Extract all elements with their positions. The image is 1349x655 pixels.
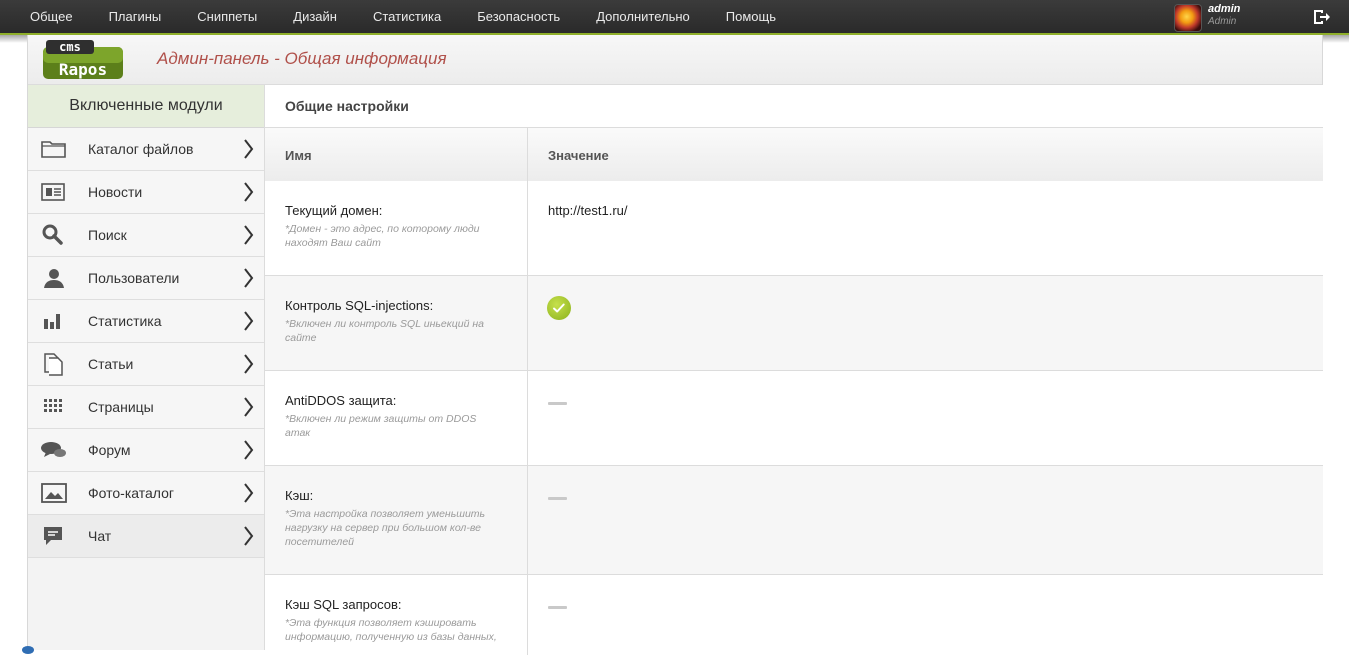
menu-item-snippets[interactable]: Сниппеты [179, 0, 275, 33]
sidebar-item-pages[interactable]: Страницы [28, 386, 264, 429]
menu-item-general[interactable]: Общее [0, 0, 91, 33]
sidebar-item-label: Новости [88, 184, 143, 200]
sidebar-item-news[interactable]: Новости [28, 171, 264, 214]
menu-item-security[interactable]: Безопасность [459, 0, 578, 33]
sidebar: Включенные модули Каталог файлов Новости… [28, 85, 264, 650]
chevron-right-icon [244, 440, 254, 460]
main-content: Общие настройки Имя Значение Текущий дом… [264, 85, 1323, 655]
setting-description: *Включен ли режим защиты от DDOS атак [285, 413, 477, 439]
sidebar-item-statistics[interactable]: Статистика [28, 300, 264, 343]
setting-value[interactable]: http://test1.ru/ [548, 203, 628, 218]
chevron-right-icon [244, 526, 254, 546]
chevron-right-icon [244, 268, 254, 288]
chat-bubbles-icon [41, 442, 66, 457]
setting-description: *Эта функция позволяет кэшировать информ… [285, 617, 497, 643]
setting-name: Кэш SQL запросов: [285, 597, 402, 612]
setting-name: Кэш: [285, 488, 314, 503]
table-row: AntiDDOS защита: *Включен ли режим защит… [265, 371, 1323, 466]
main-menu: Общее Плагины Сниппеты Дизайн Статистика… [0, 0, 794, 33]
table-row: Контроль SQL-injections: *Включен ли кон… [265, 276, 1323, 371]
logo-text-bottom: Rapos [59, 60, 107, 79]
setting-description: *Домен - это адрес, по которому люди нах… [285, 223, 480, 249]
chevron-right-icon [244, 397, 254, 417]
page-header: cms Rapos Админ-панель - Общая информаци… [28, 35, 1322, 85]
sidebar-item-photo-catalog[interactable]: Фото-каталог [28, 472, 264, 515]
menu-item-advanced[interactable]: Дополнительно [578, 0, 708, 33]
top-navigation-bar: Общее Плагины Сниппеты Дизайн Статистика… [0, 0, 1349, 35]
chevron-right-icon [244, 311, 254, 331]
menu-item-design[interactable]: Дизайн [275, 0, 355, 33]
logo-text-top: cms [59, 40, 81, 54]
message-icon [44, 527, 62, 545]
sidebar-item-label: Статьи [88, 356, 134, 372]
table-row: Кэш: *Эта настройка позволяет уменьшить … [265, 466, 1323, 575]
user-role: Admin [1208, 16, 1237, 27]
folder-icon [41, 141, 66, 158]
sidebar-item-search[interactable]: Поиск [28, 214, 264, 257]
table-row: Кэш SQL запросов: *Эта функция позволяет… [265, 575, 1323, 655]
cms-logo[interactable]: cms Rapos [42, 38, 124, 80]
setting-description: *Эта настройка позволяет уменьшить нагру… [285, 508, 486, 548]
chevron-right-icon [244, 139, 254, 159]
column-header-name: Имя [285, 148, 312, 163]
chevron-right-icon [244, 182, 254, 202]
grid-icon [44, 399, 62, 412]
user-icon [44, 269, 64, 288]
disabled-dash-icon[interactable] [548, 606, 567, 609]
disabled-dash-icon[interactable] [548, 402, 567, 405]
image-icon [41, 483, 67, 503]
sidebar-item-file-catalog[interactable]: Каталог файлов [28, 128, 264, 171]
sidebar-item-label: Поиск [88, 227, 127, 243]
sidebar-item-label: Пользователи [88, 270, 180, 286]
sidebar-item-label: Статистика [88, 313, 162, 329]
menu-item-plugins[interactable]: Плагины [91, 0, 180, 33]
setting-name: Текущий домен: [285, 203, 383, 218]
sidebar-item-label: Страницы [88, 399, 154, 415]
logout-icon[interactable] [1311, 7, 1331, 27]
bar-chart-icon [44, 314, 60, 329]
sidebar-item-articles[interactable]: Статьи [28, 343, 264, 386]
column-header-value: Значение [548, 148, 609, 163]
page-title: Админ-панель - Общая информация [157, 49, 447, 68]
sidebar-item-label: Чат [88, 528, 112, 544]
section-title: Общие настройки [285, 98, 409, 114]
setting-name: AntiDDOS защита: [285, 393, 397, 408]
search-icon [42, 224, 63, 245]
enabled-check-icon[interactable] [547, 296, 571, 320]
disabled-dash-icon[interactable] [548, 497, 567, 500]
sidebar-item-label: Фото-каталог [88, 485, 174, 501]
sidebar-item-label: Каталог файлов [88, 141, 194, 157]
table-row: Текущий домен: *Домен - это адрес, по ко… [265, 181, 1323, 276]
table-header: Имя Значение [265, 127, 1323, 182]
chevron-right-icon [244, 225, 254, 245]
documents-icon [44, 353, 63, 376]
sidebar-item-users[interactable]: Пользователи [28, 257, 264, 300]
chevron-right-icon [244, 354, 254, 374]
chevron-right-icon [244, 483, 254, 503]
setting-name: Контроль SQL-injections: [285, 298, 434, 313]
sidebar-item-forum[interactable]: Форум [28, 429, 264, 472]
page-shell: cms Rapos Админ-панель - Общая информаци… [27, 35, 1323, 655]
column-divider [527, 128, 528, 181]
scroll-indicator [22, 646, 34, 654]
user-name: admin [1208, 3, 1241, 15]
sidebar-item-chat[interactable]: Чат [28, 515, 264, 558]
menu-item-statistics[interactable]: Статистика [355, 0, 459, 33]
setting-description: *Включен ли контроль SQL иньекций на сай… [285, 318, 484, 344]
menu-item-help[interactable]: Помощь [708, 0, 794, 33]
avatar[interactable] [1174, 4, 1202, 32]
sidebar-heading: Включенные модули [28, 85, 264, 128]
sidebar-item-label: Форум [88, 442, 131, 458]
newspaper-icon [41, 183, 65, 201]
